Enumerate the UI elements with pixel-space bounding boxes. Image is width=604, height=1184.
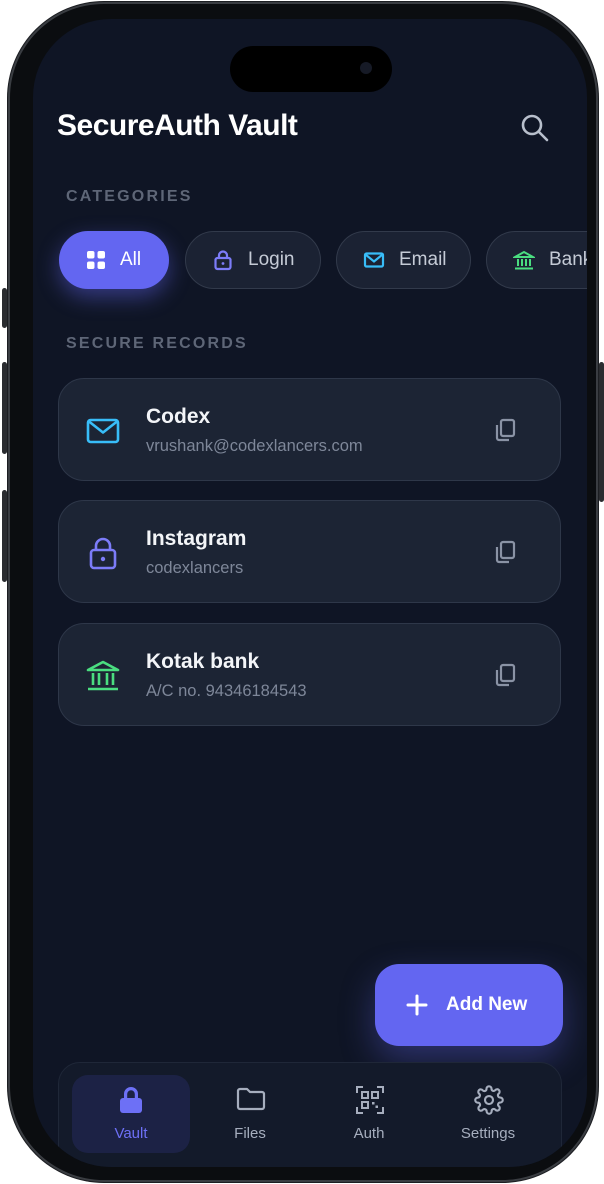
phone-volume-up [2,362,7,454]
record-card-kotak-bank[interactable]: Kotak bank A/C no. 94346184543 [58,623,561,726]
camera-icon [360,62,372,74]
record-detail: vrushank@codexlancers.com [146,437,363,455]
record-card-codex[interactable]: Codex vrushank@codexlancers.com [58,378,561,481]
copy-icon[interactable] [492,662,518,688]
record-detail: A/C no. 94346184543 [146,682,307,700]
lock-icon [120,1087,142,1113]
bank-icon [86,660,120,691]
chip-login[interactable]: Login [185,231,321,289]
folder-icon [236,1087,266,1111]
phone-side-button [2,288,7,328]
add-new-button[interactable]: Add New [375,964,563,1046]
copy-icon[interactable] [492,539,518,565]
app-title: SecureAuth Vault [57,109,298,142]
chip-label: Login [248,249,295,270]
nav-item-files[interactable]: Files [191,1075,309,1153]
qr-code-icon [356,1086,384,1114]
phone-volume-down [2,490,7,582]
record-name: Kotak bank [146,650,260,673]
lock-icon [89,537,117,570]
record-detail: codexlancers [146,559,244,577]
nav-label: Files [234,1125,266,1142]
categories-heading: CATEGORIES [66,188,193,205]
record-name: Codex [146,405,211,428]
chip-label: Email [399,249,447,270]
add-new-label: Add New [446,994,528,1015]
nav-label: Vault [114,1125,148,1142]
chip-all[interactable]: All [59,231,169,289]
nav-label: Settings [460,1125,516,1142]
bottom-nav: Vault Files Auth Settings [58,1062,562,1167]
dynamic-island [230,46,392,92]
mail-icon [86,418,120,444]
chip-email[interactable]: Email [336,231,471,289]
record-name: Instagram [146,527,247,550]
lock-icon [214,250,232,271]
plus-icon [406,994,428,1016]
copy-icon[interactable] [492,417,518,443]
phone-power-button [599,362,604,502]
nav-item-settings[interactable]: Settings [429,1075,547,1153]
grid-icon [87,251,105,269]
records-heading: SECURE RECORDS [66,335,248,352]
search-icon[interactable] [519,112,551,144]
mail-icon [363,252,385,268]
app-screen: SecureAuth Vault CATEGORIES All Login Em… [33,19,587,1167]
chip-bank[interactable]: Bank [486,231,587,289]
gear-icon [474,1085,504,1115]
category-chips: All Login Email Bank [59,231,587,291]
nav-label: Auth [353,1125,385,1142]
chip-label: All [120,249,142,270]
nav-item-vault[interactable]: Vault [72,1075,190,1153]
bank-icon [513,250,535,270]
nav-item-auth[interactable]: Auth [310,1075,428,1153]
chip-label: Bank [549,249,587,270]
phone-frame: SecureAuth Vault CATEGORIES All Login Em… [2,2,604,1182]
record-card-instagram[interactable]: Instagram codexlancers [58,500,561,603]
